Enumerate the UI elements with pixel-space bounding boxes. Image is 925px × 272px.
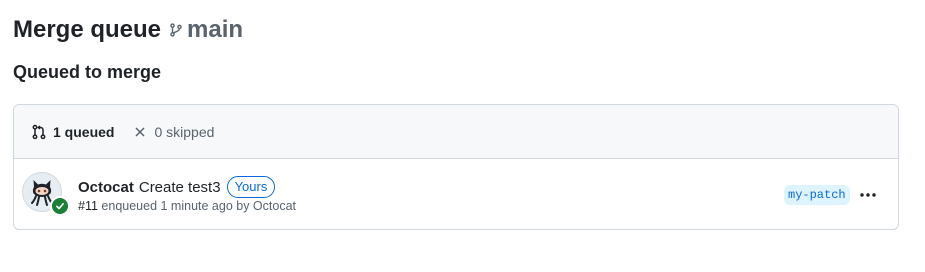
- entry-title-line: Octocat Create test3 Yours: [78, 176, 276, 198]
- enqueued-meta: enqueued 1 minute ago by Octocat: [101, 199, 297, 213]
- entry-meta: #11 enqueued 1 minute ago by Octocat: [78, 199, 296, 213]
- git-pull-request-icon: [31, 124, 47, 140]
- kebab-horizontal-icon: [860, 193, 876, 197]
- merge-queue-list: 1 queued 0 skipped Octocat Create test3 …: [13, 104, 899, 230]
- skipped-label: 0 skipped: [154, 123, 215, 140]
- x-icon: [132, 124, 148, 140]
- page-title: Merge queue: [13, 16, 162, 43]
- skipped-count: 0 skipped: [132, 124, 214, 140]
- more-options-button[interactable]: [856, 183, 880, 207]
- queue-summary: 1 queued 0 skipped: [14, 105, 898, 159]
- queue-entry: Octocat Create test3 Yours #11 enqueued …: [14, 159, 898, 229]
- check-circle-icon: [50, 196, 70, 216]
- queued-count: 1 queued: [31, 124, 114, 140]
- queued-label: 1 queued: [53, 123, 115, 140]
- section-title: Queued to merge: [13, 62, 162, 82]
- author-link[interactable]: Octocat: [78, 179, 134, 196]
- branch-indicator: main: [169, 16, 243, 44]
- pull-request-title-link[interactable]: Create test3: [139, 179, 221, 196]
- git-branch-icon: [169, 23, 183, 37]
- pull-request-number-link[interactable]: #11: [78, 199, 98, 213]
- page-header: Merge queue main: [13, 16, 243, 44]
- head-branch-label[interactable]: my-patch: [784, 185, 850, 205]
- yours-badge: Yours: [226, 176, 276, 198]
- branch-name: main: [187, 16, 244, 43]
- avatar[interactable]: [22, 172, 70, 216]
